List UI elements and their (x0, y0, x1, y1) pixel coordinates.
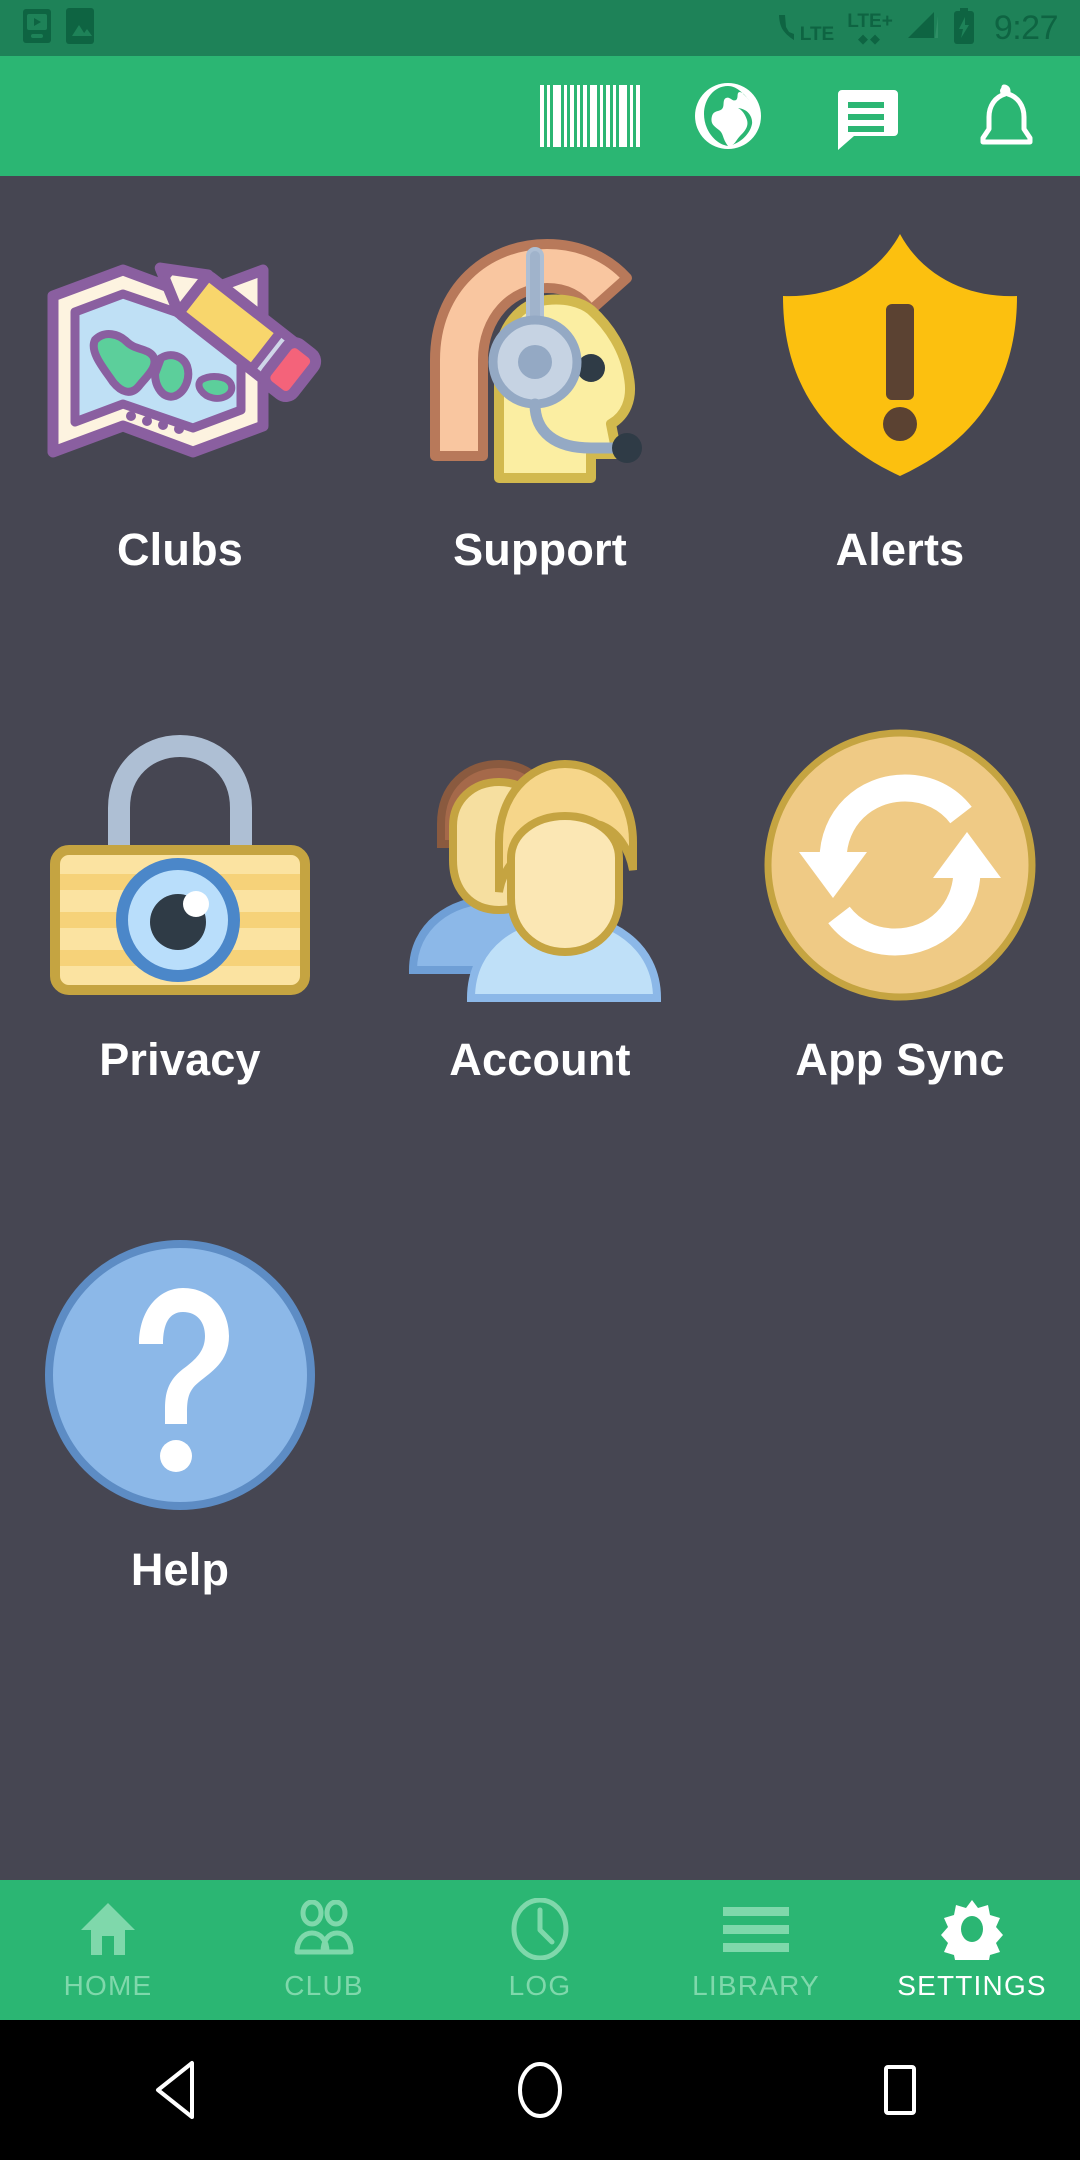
message-icon[interactable] (830, 80, 902, 152)
list-icon (721, 1898, 791, 1960)
image-photo-icon (66, 7, 94, 49)
cast-screen-icon (22, 8, 52, 49)
grid-item-support[interactable]: Support (360, 186, 720, 696)
android-system-nav (0, 2020, 1080, 2160)
nav-item-log[interactable]: LOG (432, 1880, 648, 2020)
people-icon (293, 1898, 355, 1960)
battery-charging-icon (953, 7, 975, 49)
nav-label-settings: SETTINGS (897, 1970, 1047, 2001)
nav-item-home[interactable]: HOME (0, 1880, 216, 2020)
grid-label-help: Help (130, 1544, 230, 1595)
lte-plus-arrows: ◆◆ (858, 30, 883, 46)
nav-item-library[interactable]: LIBRARY (648, 1880, 864, 2020)
status-bar-right-icons: LTE LTE+ ◆◆ 9:27 (776, 7, 1059, 49)
globe-icon[interactable] (692, 80, 764, 152)
status-bar: LTE LTE+ ◆◆ 9:27 (0, 0, 1080, 56)
status-bar-left-icons (22, 7, 94, 49)
nav-item-club[interactable]: CLUB (216, 1880, 432, 2020)
sync-arrows-icon (745, 710, 1055, 1020)
settings-content: Clubs Support Alerts Privacy Account App… (0, 176, 1080, 1880)
signal-bars-icon (906, 10, 940, 47)
grid-item-app-sync[interactable]: App Sync (720, 696, 1080, 1206)
padlock-eye-icon (25, 710, 335, 1020)
home-circle-icon[interactable] (470, 2020, 610, 2160)
nav-item-settings[interactable]: SETTINGS (864, 1880, 1080, 2020)
map-pencil-icon (25, 200, 335, 510)
grid-item-account[interactable]: Account (360, 696, 720, 1206)
recents-square-icon[interactable] (830, 2020, 970, 2160)
grid-item-privacy[interactable]: Privacy (0, 696, 360, 1206)
grid-item-alerts[interactable]: Alerts (720, 186, 1080, 696)
settings-grid: Clubs Support Alerts Privacy Account App… (0, 176, 1080, 1716)
barcode-glyph (540, 85, 640, 147)
headset-person-icon (385, 200, 695, 510)
back-triangle-icon[interactable] (110, 2020, 250, 2160)
nav-label-home: HOME (63, 1970, 153, 2001)
shield-warning-icon (745, 200, 1055, 510)
grid-label-alerts: Alerts (835, 524, 965, 575)
question-mark-circle-icon (25, 1220, 335, 1530)
grid-item-help[interactable]: Help (0, 1206, 360, 1716)
lte-label: LTE (799, 24, 835, 45)
phone-lte-icon: LTE (776, 12, 834, 44)
bottom-navigation-bar: HOME CLUB LOG LIBRARY SETTINGS (0, 1880, 1080, 2020)
grid-label-account: Account (449, 1034, 631, 1085)
nav-label-library: LIBRARY (692, 1970, 820, 2001)
gear-icon (941, 1898, 1003, 1960)
bell-icon[interactable] (968, 80, 1040, 152)
home-icon (79, 1898, 137, 1960)
grid-label-privacy: Privacy (99, 1034, 261, 1085)
nav-label-club: CLUB (284, 1970, 364, 2001)
grid-label-app-sync: App Sync (795, 1034, 1005, 1085)
grid-item-clubs[interactable]: Clubs (0, 186, 360, 696)
barcode-icon[interactable] (540, 80, 640, 152)
grid-label-support: Support (453, 524, 627, 575)
nav-label-log: LOG (508, 1970, 572, 2001)
status-bar-clock: 9:27 (993, 9, 1059, 47)
lte-plus-label: LTE+ (847, 10, 893, 32)
two-people-icon (385, 710, 695, 1020)
signal-lte-plus-icon: LTE+ ◆◆ (847, 12, 893, 45)
app-bar (0, 56, 1080, 176)
grid-label-clubs: Clubs (116, 524, 243, 575)
clock-icon (511, 1898, 569, 1960)
